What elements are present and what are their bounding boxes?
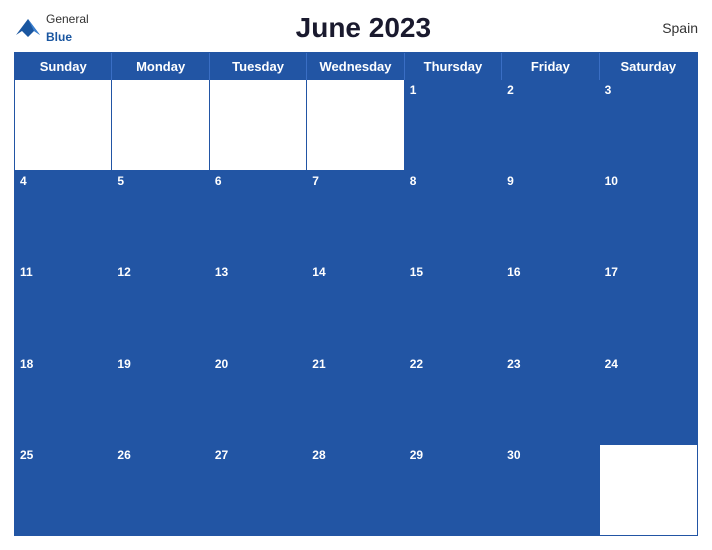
- day-cell: 26: [112, 445, 209, 535]
- day-cell: [600, 445, 697, 535]
- day-cell: 21: [307, 354, 404, 444]
- logo-text: General Blue: [46, 10, 89, 46]
- day-number: 8: [410, 174, 496, 188]
- day-cell: 11: [15, 262, 112, 352]
- page: General Blue June 2023 Spain Sunday Mond…: [0, 0, 712, 550]
- day-cell: 12: [112, 262, 209, 352]
- day-cell: 17: [600, 262, 697, 352]
- week-row-1: 123: [15, 80, 697, 171]
- header-monday: Monday: [112, 53, 209, 80]
- day-number: 18: [20, 357, 106, 371]
- day-number: 10: [605, 174, 692, 188]
- day-cell: 28: [307, 445, 404, 535]
- header-thursday: Thursday: [405, 53, 502, 80]
- header-tuesday: Tuesday: [210, 53, 307, 80]
- day-number: 16: [507, 265, 593, 279]
- day-number: 23: [507, 357, 593, 371]
- day-number: 24: [605, 357, 692, 371]
- day-cell: 14: [307, 262, 404, 352]
- weeks-container: 1234567891011121314151617181920212223242…: [15, 80, 697, 535]
- day-number: 15: [410, 265, 496, 279]
- day-number: 20: [215, 357, 301, 371]
- week-row-2: 456789 10: [15, 171, 697, 262]
- country-label: Spain: [638, 20, 698, 36]
- day-number: 1: [410, 83, 496, 97]
- calendar-title: June 2023: [89, 12, 638, 44]
- day-cell: 18: [15, 354, 112, 444]
- day-cell: 19: [112, 354, 209, 444]
- day-cell: 24: [600, 354, 697, 444]
- week-row-3: 11 12 13 14 15 16 17: [15, 262, 697, 353]
- day-cell: 1: [405, 80, 502, 170]
- day-cell: 3: [600, 80, 697, 170]
- day-cell: [15, 80, 112, 170]
- day-cell: [112, 80, 209, 170]
- day-cell: [307, 80, 404, 170]
- day-cell: 13: [210, 262, 307, 352]
- day-number: 26: [117, 448, 203, 462]
- logo: General Blue: [14, 10, 89, 46]
- day-cell: 20: [210, 354, 307, 444]
- day-cell: 30: [502, 445, 599, 535]
- day-number: 27: [215, 448, 301, 462]
- logo-bird-icon: [14, 17, 42, 39]
- day-number: 6: [215, 174, 301, 188]
- day-cell: 23: [502, 354, 599, 444]
- day-number: 29: [410, 448, 496, 462]
- day-cell: [210, 80, 307, 170]
- week-row-4: 18 19 20 21 22 23 24: [15, 354, 697, 445]
- day-cell: 22: [405, 354, 502, 444]
- header-friday: Friday: [502, 53, 599, 80]
- day-number: 12: [117, 265, 203, 279]
- day-number: 21: [312, 357, 398, 371]
- day-cell: 27: [210, 445, 307, 535]
- day-number: 7: [312, 174, 398, 188]
- day-cell: 16: [502, 262, 599, 352]
- header-sunday: Sunday: [15, 53, 112, 80]
- day-headers-row: Sunday Monday Tuesday Wednesday Thursday…: [15, 53, 697, 80]
- header-wednesday: Wednesday: [307, 53, 404, 80]
- calendar: Sunday Monday Tuesday Wednesday Thursday…: [14, 52, 698, 536]
- day-number: 30: [507, 448, 593, 462]
- logo-general: General: [46, 12, 89, 26]
- day-cell: 25: [15, 445, 112, 535]
- day-number: 13: [215, 265, 301, 279]
- day-number: 22: [410, 357, 496, 371]
- day-cell: 15: [405, 262, 502, 352]
- day-number: 3: [605, 83, 692, 97]
- day-cell: 29: [405, 445, 502, 535]
- header-saturday: Saturday: [600, 53, 697, 80]
- day-number: 4: [20, 174, 106, 188]
- day-cell: 5: [112, 171, 209, 261]
- day-cell: 10: [600, 171, 697, 261]
- header: General Blue June 2023 Spain: [14, 10, 698, 52]
- day-cell: 2: [502, 80, 599, 170]
- logo-blue: Blue: [46, 30, 72, 44]
- day-cell: 4: [15, 171, 112, 261]
- day-number: 2: [507, 83, 593, 97]
- day-cell: 6: [210, 171, 307, 261]
- day-number: 19: [117, 357, 203, 371]
- day-number: 5: [117, 174, 203, 188]
- day-cell: 9: [502, 171, 599, 261]
- day-cell: 7: [307, 171, 404, 261]
- day-number: 11: [20, 265, 106, 279]
- day-number: 9: [507, 174, 593, 188]
- week-row-5: 25 26 27 28 29 30: [15, 445, 697, 535]
- day-number: 17: [605, 265, 692, 279]
- day-cell: 8: [405, 171, 502, 261]
- day-number: 25: [20, 448, 106, 462]
- day-number: 28: [312, 448, 398, 462]
- day-number: 14: [312, 265, 398, 279]
